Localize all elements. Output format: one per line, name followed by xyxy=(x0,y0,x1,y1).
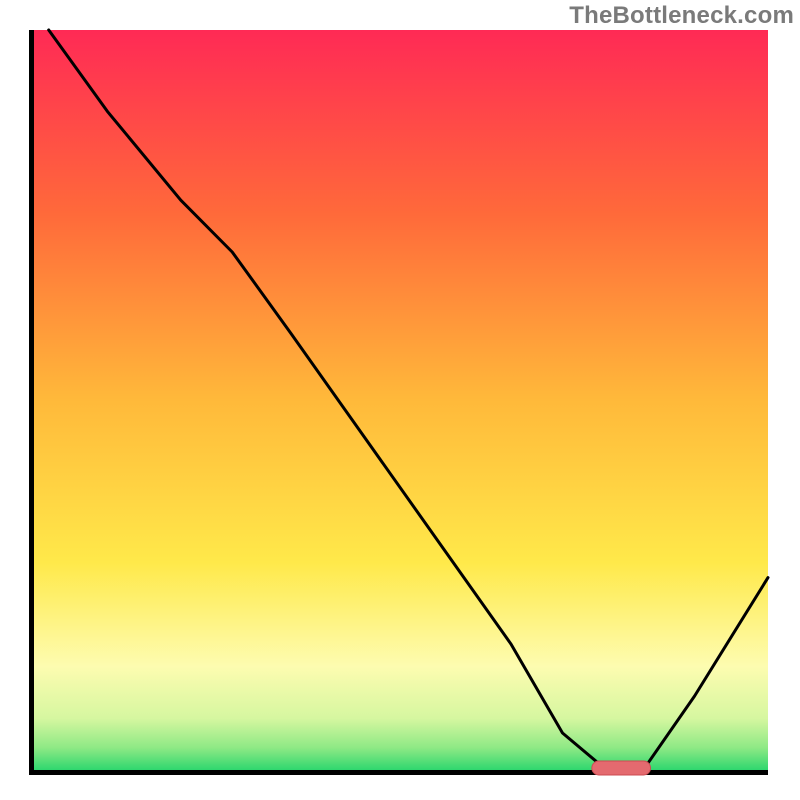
watermark-text: TheBottleneck.com xyxy=(569,2,794,30)
x-axis xyxy=(29,770,768,775)
plot-background xyxy=(34,30,768,770)
bottleneck-chart: TheBottleneck.com xyxy=(0,0,800,800)
y-axis xyxy=(29,30,34,775)
optimal-range-marker xyxy=(592,761,651,775)
chart-svg xyxy=(0,0,800,800)
